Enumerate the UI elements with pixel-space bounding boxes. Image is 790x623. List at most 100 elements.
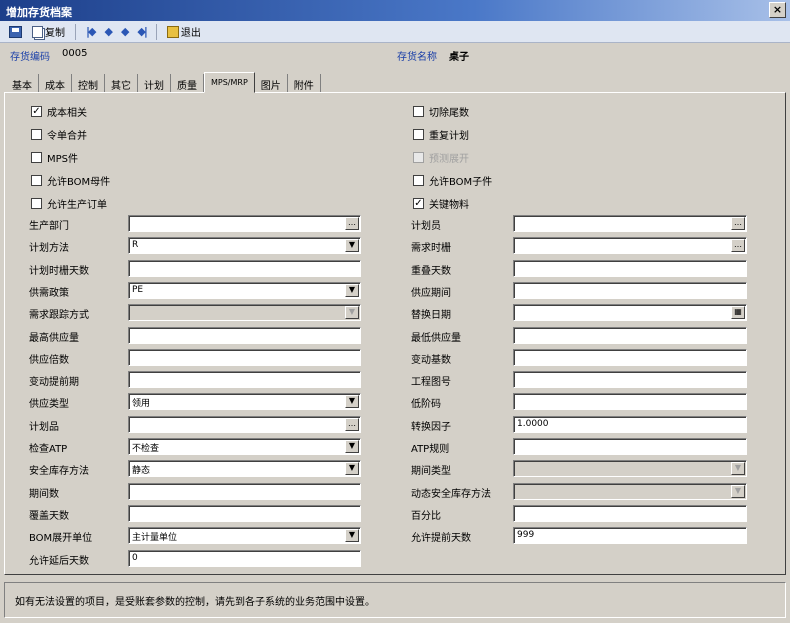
field-label: 需求跟踪方式 bbox=[29, 310, 89, 321]
select-fields_left-4[interactable]: PE ▼ bbox=[128, 282, 361, 299]
copy-button[interactable]: 复制 bbox=[29, 23, 68, 41]
input-fields_right-15[interactable]: 999 bbox=[513, 527, 747, 544]
field-label: 期间数 bbox=[29, 489, 59, 500]
input-fields_right-4[interactable] bbox=[513, 282, 747, 299]
field-label: 允许延后天数 bbox=[29, 556, 89, 567]
tab-1[interactable]: 基本 bbox=[6, 74, 39, 92]
input-fields_right-7[interactable] bbox=[513, 349, 747, 366]
last-record-button[interactable]: ◆| bbox=[134, 23, 148, 41]
last-icon: ◆| bbox=[137, 25, 148, 38]
input-fields_left-13[interactable] bbox=[128, 483, 361, 500]
checkbox-box bbox=[31, 129, 42, 140]
checkbox-checkboxes_left-5[interactable]: 允许生产订单 bbox=[31, 196, 107, 211]
chevron-down-icon[interactable]: ▼ bbox=[345, 284, 359, 297]
input-fields_right-11[interactable] bbox=[513, 438, 747, 455]
chevron-down-icon[interactable]: ▼ bbox=[345, 395, 359, 408]
input-fields_left-1[interactable]: … bbox=[128, 215, 361, 232]
input-fields_right-9[interactable] bbox=[513, 393, 747, 410]
field-label: 计划方法 bbox=[29, 243, 69, 254]
input-fields_left-14[interactable] bbox=[128, 505, 361, 522]
tab-7[interactable]: MPS/MRP bbox=[204, 72, 255, 93]
prev-record-button[interactable]: ◆ bbox=[101, 23, 113, 41]
name-value: 桌子 bbox=[449, 52, 469, 63]
select-fields_left-11[interactable]: 不检查 ▼ bbox=[128, 438, 361, 455]
lookup-icon[interactable]: … bbox=[731, 239, 745, 252]
tab-9[interactable]: 附件 bbox=[288, 74, 321, 92]
checkbox-checkboxes_left-1[interactable]: ✓ 成本相关 bbox=[31, 104, 87, 119]
input-fields_left-16[interactable]: 0 bbox=[128, 550, 361, 567]
tab-3[interactable]: 控制 bbox=[72, 74, 105, 92]
close-button[interactable]: × bbox=[769, 2, 786, 18]
checkbox-box bbox=[31, 152, 42, 163]
input-fields_right-14[interactable] bbox=[513, 505, 747, 522]
input-fields_right-3[interactable] bbox=[513, 260, 747, 277]
calendar-icon[interactable]: ▦ bbox=[731, 306, 745, 319]
toolbar-separator bbox=[75, 23, 76, 40]
checkbox-box bbox=[31, 198, 42, 209]
chevron-down-icon[interactable]: ▼ bbox=[345, 440, 359, 453]
chevron-down-icon[interactable]: ▼ bbox=[345, 529, 359, 542]
input-fields_left-3[interactable] bbox=[128, 260, 361, 277]
input-fields_right-6[interactable] bbox=[513, 327, 747, 344]
tab-6[interactable]: 质量 bbox=[171, 74, 204, 92]
checkbox-box: ✓ bbox=[31, 106, 42, 117]
select-fields_left-15[interactable]: 主计量单位 ▼ bbox=[128, 527, 361, 544]
input-fields_left-8[interactable] bbox=[128, 371, 361, 388]
chevron-down-icon: ▼ bbox=[345, 306, 359, 319]
chevron-down-icon[interactable]: ▼ bbox=[345, 462, 359, 475]
field-label: 百分比 bbox=[411, 511, 441, 522]
field-label: 工程图号 bbox=[411, 377, 451, 388]
checkbox-label: 允许BOM子件 bbox=[429, 177, 493, 188]
tab-4[interactable]: 其它 bbox=[105, 74, 138, 92]
checkbox-checkboxes_right-5[interactable]: ✓ 关键物料 bbox=[413, 196, 469, 211]
first-record-button[interactable]: |◆ bbox=[83, 23, 97, 41]
tab-strip: 基本 成本 控制 其它 计划 质量 MPS/MRP 图片 附件 bbox=[6, 72, 321, 93]
select-fields_left-2[interactable]: R ▼ bbox=[128, 237, 361, 254]
copy-icon bbox=[32, 25, 43, 38]
checkbox-checkboxes_left-2[interactable]: 令单合并 bbox=[31, 127, 87, 142]
input-fields_left-10[interactable]: … bbox=[128, 416, 361, 433]
checkbox-box: ✓ bbox=[413, 198, 424, 209]
lookup-icon[interactable]: … bbox=[731, 217, 745, 230]
checkbox-box bbox=[413, 129, 424, 140]
checkbox-label: MPS件 bbox=[47, 154, 79, 165]
field-value: 静态 bbox=[132, 466, 151, 476]
tab-2[interactable]: 成本 bbox=[39, 74, 72, 92]
checkbox-box bbox=[413, 152, 424, 163]
field-label: 最高供应量 bbox=[29, 333, 79, 344]
save-button[interactable] bbox=[6, 23, 25, 41]
checkbox-checkboxes_right-4[interactable]: 允许BOM子件 bbox=[413, 173, 492, 188]
field-label: ATP规则 bbox=[411, 444, 450, 455]
checkbox-checkboxes_left-4[interactable]: 允许BOM母件 bbox=[31, 173, 110, 188]
field-value: 1.0000 bbox=[517, 419, 549, 429]
checkbox-label: 允许BOM母件 bbox=[47, 177, 111, 188]
lookup-icon[interactable]: … bbox=[345, 418, 359, 431]
field-label: 变动提前期 bbox=[29, 377, 79, 388]
exit-button[interactable]: 退出 bbox=[164, 23, 204, 41]
input-fields_right-5[interactable]: ▦ bbox=[513, 304, 747, 321]
checkbox-checkboxes_right-2[interactable]: 重复计划 bbox=[413, 127, 469, 142]
field-label: 检查ATP bbox=[29, 444, 68, 455]
input-fields_left-7[interactable] bbox=[128, 349, 361, 366]
mps-mrp-panel: ✓ 成本相关 令单合并 MPS件 允许BOM母件 允许生产订单 切除尾数 重复计划 预测展开 允许… bbox=[4, 92, 786, 575]
chevron-down-icon[interactable]: ▼ bbox=[345, 239, 359, 252]
select-fields_right-13: ▼ bbox=[513, 483, 747, 500]
field-label: 供应期间 bbox=[411, 288, 451, 299]
window-title: 增加存货档案 bbox=[6, 6, 72, 19]
field-label: 需求时栅 bbox=[411, 243, 451, 254]
tab-8[interactable]: 图片 bbox=[255, 74, 288, 92]
input-fields_right-2[interactable]: … bbox=[513, 237, 747, 254]
input-fields_right-10[interactable]: 1.0000 bbox=[513, 416, 747, 433]
input-fields_right-1[interactable]: … bbox=[513, 215, 747, 232]
input-fields_right-8[interactable] bbox=[513, 371, 747, 388]
checkbox-checkboxes_right-1[interactable]: 切除尾数 bbox=[413, 104, 469, 119]
status-bar: 如有无法设置的项目，是受账套参数的控制，请先到各子系统的业务范围中设置。 bbox=[4, 582, 786, 618]
next-record-button[interactable]: ◆ bbox=[118, 23, 130, 41]
checkbox-checkboxes_left-3[interactable]: MPS件 bbox=[31, 150, 78, 165]
select-fields_left-12[interactable]: 静态 ▼ bbox=[128, 460, 361, 477]
tab-5[interactable]: 计划 bbox=[138, 74, 171, 92]
input-fields_left-6[interactable] bbox=[128, 327, 361, 344]
field-label: 计划员 bbox=[411, 221, 441, 232]
select-fields_left-9[interactable]: 领用 ▼ bbox=[128, 393, 361, 410]
lookup-icon[interactable]: … bbox=[345, 217, 359, 230]
